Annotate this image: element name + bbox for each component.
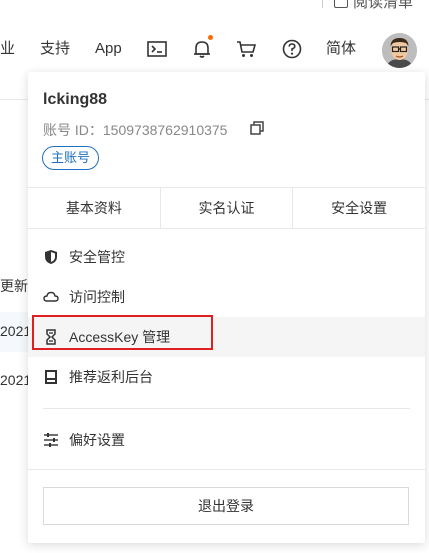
shield-icon <box>43 249 59 265</box>
tab-security-settings[interactable]: 安全设置 <box>292 188 425 228</box>
menu-item-label: 安全管控 <box>69 249 125 265</box>
cloud-icon <box>43 289 59 305</box>
divider <box>322 0 323 8</box>
account-tabs: 基本资料 实名认证 安全设置 <box>28 187 425 229</box>
table-header-fragment: 更新B <box>0 278 28 294</box>
menu-item-security-control[interactable]: 安全管控 <box>28 237 425 277</box>
language-switch[interactable]: 简体 <box>326 39 356 59</box>
help-icon[interactable] <box>280 37 304 61</box>
terminal-icon[interactable] <box>145 37 169 61</box>
reading-list-link[interactable]: 阅读清单 <box>353 0 413 10</box>
table-cell-fragment: 2021 <box>0 372 28 388</box>
copy-icon[interactable] <box>250 121 264 135</box>
cart-icon[interactable] <box>234 37 258 61</box>
card-icon <box>43 369 59 385</box>
account-dropdown-menu: lcking88 账号 ID：1509738762910375 主账号 基本资料… <box>28 72 425 543</box>
menu-item-label: 访问控制 <box>69 289 125 305</box>
table-cell-fragment: 2021 <box>0 323 28 339</box>
username: lcking88 <box>43 91 108 108</box>
logout-button[interactable]: 退出登录 <box>43 487 409 525</box>
menu-item-label: 偏好设置 <box>69 432 125 448</box>
nav-support[interactable]: 支持 <box>40 39 70 59</box>
avatar[interactable] <box>382 33 417 68</box>
nav-industry[interactable]: 业 <box>0 39 15 59</box>
bell-icon[interactable] <box>190 37 214 61</box>
highlight-box <box>32 315 213 350</box>
account-type-badge: 主账号 <box>42 146 100 170</box>
nav-app[interactable]: App <box>95 39 122 59</box>
divider <box>28 469 425 470</box>
menu-item-referral[interactable]: 推荐返利后台 <box>28 357 425 397</box>
top-fragment: 阅读清单 <box>322 0 429 10</box>
menu-item-preferences[interactable]: 偏好设置 <box>28 420 425 460</box>
sliders-icon <box>43 432 59 448</box>
menu-item-label: 推荐返利后台 <box>69 369 153 385</box>
tab-basic-info[interactable]: 基本资料 <box>28 188 160 228</box>
list-icon <box>334 0 348 8</box>
tab-real-name[interactable]: 实名认证 <box>159 188 293 228</box>
account-id: 账号 ID：1509738762910375 <box>43 122 228 138</box>
notification-dot <box>208 35 213 40</box>
divider <box>43 408 410 409</box>
menu-item-access-control[interactable]: 访问控制 <box>28 277 425 317</box>
